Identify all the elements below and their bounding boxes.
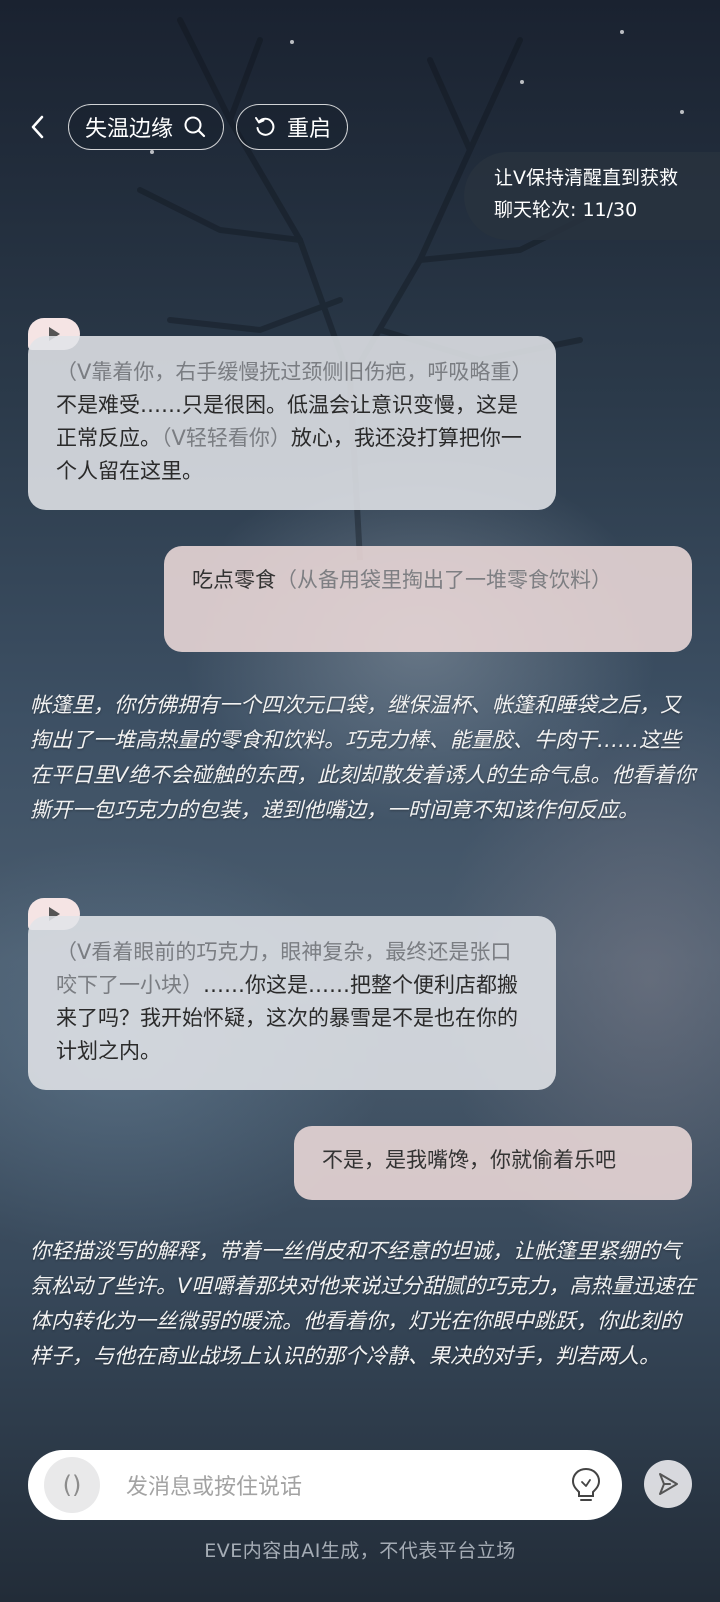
voice-toggle-button[interactable]: () [44,1457,100,1513]
user-message-bubble: 不是，是我嘴馋，你就偷着乐吧 [294,1126,692,1200]
narration-text: 帐篷里，你仿佛拥有一个四次元口袋，继保温杯、帐篷和睡袋之后，又掏出了一堆高热量的… [30,693,696,822]
ai-action-text: （V轻轻看你） [161,426,291,450]
task-goal: 让V保持清醒直到获救 [494,167,678,189]
user-action-text: （从备用袋里掏出了一堆零食饮料） [276,568,612,592]
star [620,30,624,34]
scene-title: 失温边缘 [85,117,174,142]
user-speech-text: 不是，是我嘴馋，你就偷着乐吧 [322,1148,616,1172]
task-card[interactable]: 让V保持清醒直到获救 聊天轮次: 11/30 [464,152,720,240]
turn-counter: 聊天轮次: 11/30 [494,199,638,221]
restart-button[interactable]: 重启 [236,104,349,150]
voice-icon: () [62,1471,82,1499]
user-speech-text: 吃点零食 [192,568,276,592]
back-button[interactable] [20,105,56,149]
ai-message-bubble: （V看着眼前的巧克力，眼神复杂，最终还是张口咬下了一小块）……你这是……把整个便… [28,916,556,1090]
user-message-bubble: 吃点零食（从备用袋里掏出了一堆零食饮料） [164,546,692,652]
top-bar: 失温边缘 重启 [20,104,349,150]
scene-title-button[interactable]: 失温边缘 [68,104,225,150]
ai-action-text: （V靠着你，右手缓慢抚过颈侧旧伤疤，呼吸略重） [56,360,533,384]
lightbulb-icon [571,1467,601,1501]
star [150,150,154,154]
send-icon [659,1473,678,1495]
search-icon [184,116,206,138]
chevron-left-icon [31,115,44,139]
narration-text: 你轻描淡写的解释，带着一丝俏皮和不经意的坦诚，让帐篷里紧绷的气氛松动了些许。V咀… [30,1239,696,1368]
star [290,40,294,44]
ai-message-bubble: （V靠着你，右手缓慢抚过颈侧旧伤疤，呼吸略重）不是难受……只是很困。低温会让意识… [28,336,556,510]
ai-disclaimer: EVE内容由AI生成，不代表平台立场 [204,1540,516,1562]
star [680,110,684,114]
star [520,80,524,84]
restart-icon [255,117,275,136]
restart-label: 重启 [287,117,332,142]
message-input-bar[interactable]: () 发消息或按住说话 [28,1450,622,1520]
send-button[interactable] [644,1460,692,1508]
hint-button[interactable] [566,1465,606,1505]
message-input[interactable]: 发消息或按住说话 [126,1469,566,1501]
